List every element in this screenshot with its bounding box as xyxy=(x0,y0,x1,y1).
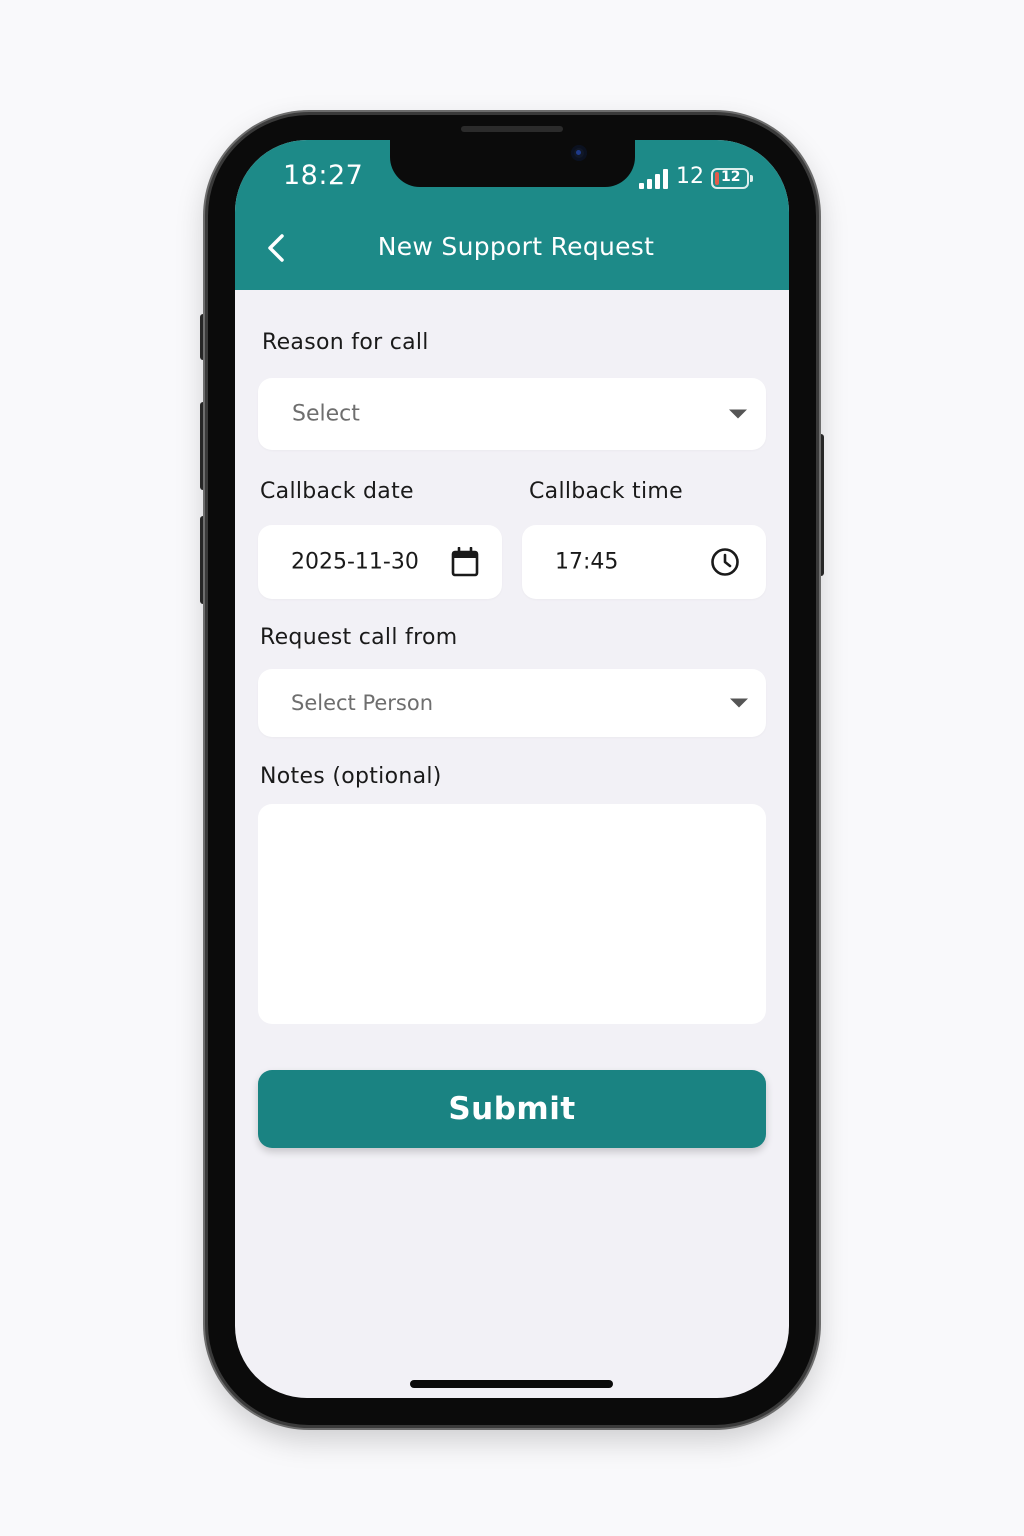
back-button[interactable] xyxy=(259,228,293,268)
app-header: 18:27 12 12 New Support Request xyxy=(235,140,789,290)
notch xyxy=(390,140,635,187)
status-time: 18:27 xyxy=(283,160,364,191)
battery-label: 12 xyxy=(721,169,741,185)
request-from-select[interactable]: Select Person xyxy=(258,669,766,737)
status-signal-label: 12 xyxy=(676,164,704,189)
caret-down-icon xyxy=(729,409,747,419)
callback-date-input[interactable]: 2025-11-30 xyxy=(258,525,502,599)
callback-time-input[interactable]: 17:45 xyxy=(522,525,766,599)
reason-select-value: Select xyxy=(292,401,360,427)
request-from-select-value: Select Person xyxy=(291,691,434,715)
notes-label: Notes (optional) xyxy=(260,764,442,789)
phone-screen: 18:27 12 12 New Support Request Reason f… xyxy=(235,140,789,1398)
callback-time-label: Callback time xyxy=(529,479,683,504)
speaker-slit xyxy=(461,126,563,132)
submit-button[interactable]: Submit xyxy=(258,1070,766,1148)
battery-level-fill xyxy=(715,172,719,185)
reason-label: Reason for call xyxy=(262,330,429,355)
clock-icon[interactable] xyxy=(710,547,740,577)
chevron-left-icon xyxy=(268,234,284,262)
battery-icon: 12 xyxy=(711,168,753,189)
cellular-signal-icon xyxy=(639,169,668,189)
reason-select[interactable]: Select xyxy=(258,378,766,450)
notes-textarea[interactable] xyxy=(258,804,766,1024)
callback-date-value: 2025-11-30 xyxy=(291,549,419,575)
calendar-icon[interactable] xyxy=(451,547,479,577)
request-from-label: Request call from xyxy=(260,625,458,650)
home-indicator xyxy=(410,1380,613,1388)
callback-time-value: 17:45 xyxy=(555,549,619,575)
callback-date-label: Callback date xyxy=(260,479,414,504)
page-title: New Support Request xyxy=(377,232,655,261)
front-camera-icon xyxy=(571,145,587,161)
caret-down-icon xyxy=(730,698,748,708)
